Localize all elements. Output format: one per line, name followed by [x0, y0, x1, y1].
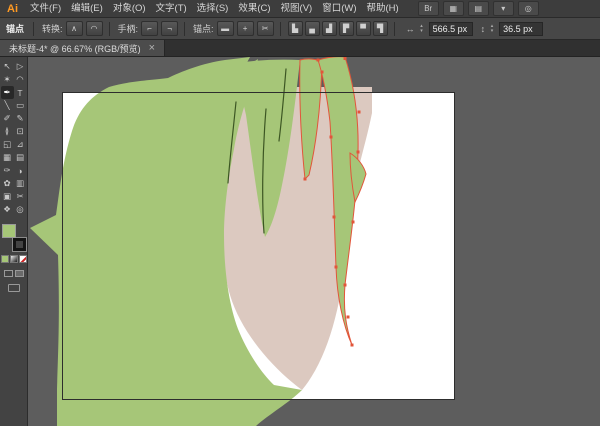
arrange-documents-arrow[interactable]: ▾ [492, 1, 514, 16]
context-label: 锚点 [6, 24, 25, 34]
arrange-documents-button[interactable]: ▤ [467, 1, 489, 16]
blend-tool[interactable]: ◑ [14, 164, 27, 177]
perspective-grid-tool[interactable]: ⊿ [14, 138, 27, 151]
show-handles-button[interactable]: ⌐ [141, 21, 159, 36]
convert-to-corner-button[interactable]: ∧ [65, 21, 83, 36]
lasso-tool[interactable]: ◠ [14, 73, 27, 86]
rectangle-tool[interactable]: ▭ [14, 99, 27, 112]
draw-normal-button[interactable] [3, 270, 13, 277]
separator [108, 21, 110, 36]
x-stepper[interactable]: ▴ ▾ [418, 23, 426, 34]
width-tool[interactable]: ≬ [1, 125, 14, 138]
menu-item-文件(F)[interactable]: 文件(F) [25, 0, 66, 18]
magic-wand-tool[interactable]: ✶ [1, 73, 14, 86]
draw-behind-button[interactable] [14, 270, 24, 277]
direct-selection-tool[interactable]: ▷ [14, 60, 27, 73]
hand-tool[interactable]: ❖ [1, 203, 14, 216]
control-groups: 转换: ∧ ◠ 手柄: ⌐ ¬ 锚点: ▬ + ✂ [40, 21, 284, 36]
menu-item-视图(V)[interactable]: 视图(V) [276, 0, 318, 18]
separator [393, 21, 395, 36]
close-tab-icon[interactable]: × [149, 42, 155, 53]
mesh-tool[interactable]: ▦ [1, 151, 14, 164]
control-bar: 锚点 转换: ∧ ◠ 手柄: ⌐ ¬ 锚点: ▬ + ✂ ▙ ▄ ▟ ▛ ▀ ▜ ↔ ▴ ▾ 566.5 px… [0, 18, 600, 40]
align-vertical-top-button[interactable]: ▛ [338, 21, 354, 36]
color-button[interactable] [0, 255, 9, 263]
gradient-tool[interactable]: ▤ [14, 151, 27, 164]
menu-item-对象(O)[interactable]: 对象(O) [108, 0, 151, 18]
symbol-sprayer-tool[interactable]: ✿ [1, 177, 14, 190]
menu-item-文字(T)[interactable]: 文字(T) [151, 0, 192, 18]
x-position-icon: ↔ [405, 23, 415, 34]
menu-item-窗口(W)[interactable]: 窗口(W) [317, 0, 361, 18]
convert-to-smooth-button[interactable]: ◠ [85, 21, 103, 36]
color-swatches [1, 224, 26, 251]
tools-panel: ↖ ▷ ✶ ◠ ✒ T ╲ ▭ ✐ ✎ ≬ ⊡ ◱ ⊿ ▦ ▤ ✑ ◑ ✿ ▥ ▣ ✂ ❖ ◎ [0, 57, 28, 426]
separator [279, 21, 281, 36]
align-horizontal-right-button[interactable]: ▟ [321, 21, 337, 36]
document-tab-bar: 未标题-4* @ 66.67% (RGB/预览) × [0, 40, 600, 57]
group-label: 手柄: [117, 24, 139, 34]
gradient-button[interactable] [9, 255, 18, 263]
column-graph-tool[interactable]: ▥ [14, 177, 27, 190]
paintbrush-tool[interactable]: ✐ [1, 112, 14, 125]
align-vertical-middle-button[interactable]: ▀ [355, 21, 371, 36]
menu-item-选择(S)[interactable]: 选择(S) [192, 0, 234, 18]
artboard-tool[interactable]: ▣ [1, 190, 14, 203]
align-vertical-bottom-button[interactable]: ▜ [372, 21, 388, 36]
separator [33, 21, 35, 36]
menubar-items: 文件(F) 编辑(E) 对象(O) 文字(T) 选择(S) 效果(C) 视图(V) 窗口(W)… [25, 0, 404, 17]
none-button[interactable] [18, 255, 27, 263]
canvas[interactable] [28, 57, 600, 426]
main-area: ↖ ▷ ✶ ◠ ✒ T ╲ ▭ ✐ ✎ ≬ ⊡ ◱ ⊿ ▦ ▤ ✑ ◑ ✿ ▥ ▣ ✂ ❖ ◎ [0, 57, 600, 426]
document-tab[interactable]: 未标题-4* @ 66.67% (RGB/预览) × [0, 40, 166, 56]
app-logo-icon: Ai [7, 2, 18, 15]
zoom-tool[interactable]: ◎ [14, 203, 27, 216]
align-buttons: ▙ ▄ ▟ ▛ ▀ ▜ [287, 21, 388, 36]
cs-live-button[interactable]: ◎ [517, 1, 539, 16]
y-position-field[interactable]: 36.5 px [499, 21, 544, 36]
x-position-field[interactable]: 566.5 px [428, 21, 473, 36]
shape-builder-tool[interactable]: ◱ [1, 138, 14, 151]
menu-item-帮助(H)[interactable]: 帮助(H) [362, 0, 404, 18]
slice-tool[interactable]: ✂ [14, 190, 27, 203]
add-anchor-button[interactable]: + [236, 21, 254, 36]
align-horizontal-center-button[interactable]: ▄ [304, 21, 320, 36]
tool-grid: ↖ ▷ ✶ ◠ ✒ T ╲ ▭ ✐ ✎ ≬ ⊡ ◱ ⊿ ▦ ▤ ✑ ◑ ✿ ▥ ▣ ✂ ❖ ◎ [0, 60, 27, 216]
menu-item-编辑(E)[interactable]: 编辑(E) [66, 0, 108, 18]
pen-tool[interactable]: ✒ [0, 86, 14, 99]
pencil-tool[interactable]: ✎ [14, 112, 27, 125]
drawing-mode-row [3, 270, 24, 277]
eyedropper-tool[interactable]: ✑ [1, 164, 14, 177]
illustrator-window: Ai 文件(F) 编辑(E) 对象(O) 文字(T) 选择(S) 效果(C) 视图(V) 窗口… [0, 0, 600, 426]
align-horizontal-left-button[interactable]: ▙ [287, 21, 303, 36]
hide-handles-button[interactable]: ¬ [161, 21, 179, 36]
cut-path-button[interactable]: ✂ [256, 21, 274, 36]
group-label: 锚点: [193, 24, 214, 34]
group-label: 转换: [42, 24, 63, 34]
fill-color-swatch[interactable] [1, 224, 16, 238]
color-mode-row [0, 255, 27, 263]
free-transform-tool[interactable]: ⊡ [14, 125, 27, 138]
menubar-icons: Br ▦ ▤ ▾ ◎ [417, 1, 539, 16]
line-segment-tool[interactable]: ╲ [1, 99, 14, 112]
remove-anchor-button[interactable]: ▬ [216, 21, 234, 36]
type-tool[interactable]: T [14, 86, 27, 99]
y-position-icon: ↕ [480, 23, 486, 34]
separator [184, 21, 186, 36]
menubar: Ai 文件(F) 编辑(E) 对象(O) 文字(T) 选择(S) 效果(C) 视图(V) 窗口… [0, 0, 600, 18]
selection-tool[interactable]: ↖ [1, 60, 14, 73]
stock-button[interactable]: ▦ [442, 1, 464, 16]
y-stepper[interactable]: ▴ ▾ [488, 23, 496, 34]
document-title: 未标题-4* @ 66.67% (RGB/预览) [9, 43, 141, 54]
artwork-svg [30, 57, 455, 426]
screen-mode-button[interactable] [7, 284, 20, 292]
stroke-color-swatch[interactable] [12, 238, 26, 251]
bridge-button[interactable]: Br [417, 1, 439, 16]
menu-item-效果(C)[interactable]: 效果(C) [233, 0, 275, 18]
